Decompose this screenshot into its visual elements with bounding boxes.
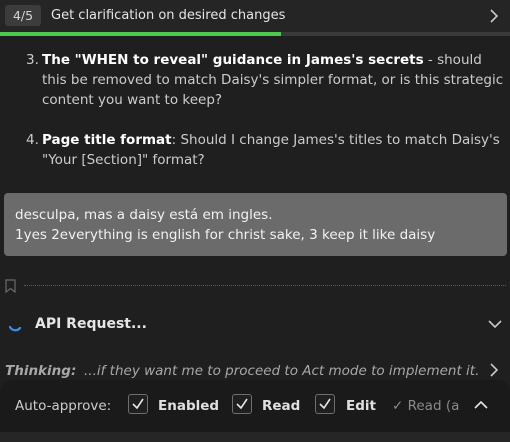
task-progress-fill: [0, 32, 281, 36]
user-message: desculpa, mas a daisy está em ingles. 1y…: [4, 193, 507, 256]
chevron-up-icon[interactable]: [473, 397, 489, 413]
chevron-down-icon[interactable]: [488, 317, 502, 331]
api-request-label: API Request...: [35, 316, 147, 332]
checkpoint-divider: [0, 276, 510, 296]
auto-approve-label: Auto-approve:: [15, 398, 112, 414]
input-area-edge: [0, 432, 510, 442]
thinking-text: ...if they want me to proceed to Act mod…: [84, 363, 480, 379]
question-heading: The "WHEN to reveal" guidance in James's…: [42, 52, 424, 68]
checkmark-icon: [132, 398, 144, 410]
spinner-icon: [8, 325, 22, 332]
edit-checkbox[interactable]: [315, 394, 335, 414]
thinking-row[interactable]: Thinking: ...if they want me to proceed …: [0, 360, 510, 380]
enabled-label[interactable]: Enabled: [158, 397, 219, 415]
bookmark-icon[interactable]: [5, 279, 16, 293]
list-item-number: 4.: [26, 132, 39, 148]
user-message-line: 1yes 2everything is english for christ s…: [15, 227, 436, 243]
list-item: 3. The "WHEN to reveal" guidance in Jame…: [26, 50, 510, 110]
task-step-header[interactable]: 4/5 Get clarification on desired changes: [0, 0, 510, 36]
question-heading: Page title format: [42, 132, 172, 148]
checkmark-icon: [236, 398, 248, 410]
thinking-label: Thinking:: [5, 363, 77, 379]
auto-approve-summary: ✓ Read (a: [392, 398, 460, 414]
task-progress-bar: [0, 32, 510, 36]
read-checkbox[interactable]: [232, 394, 252, 414]
user-message-line: desculpa, mas a daisy está em ingles.: [15, 207, 273, 223]
list-item: 4. Page title format: Should I change Ja…: [26, 130, 510, 170]
auto-approve-bar: Auto-approve: Enabled Read Edit ✓ Read (…: [0, 380, 510, 432]
divider: [24, 285, 506, 286]
checkmark-icon: [319, 398, 331, 410]
task-title: Get clarification on desired changes: [51, 8, 286, 23]
chat-panel: 4/5 Get clarification on desired changes…: [0, 0, 510, 442]
edit-label[interactable]: Edit: [346, 397, 376, 415]
chevron-right-icon[interactable]: [487, 9, 501, 23]
chevron-right-icon[interactable]: [487, 363, 501, 377]
step-badge: 4/5: [5, 5, 41, 26]
list-item-number: 3.: [26, 52, 39, 68]
api-request-row[interactable]: API Request...: [0, 310, 510, 338]
enabled-checkbox[interactable]: [128, 394, 148, 414]
read-label[interactable]: Read: [262, 397, 300, 415]
